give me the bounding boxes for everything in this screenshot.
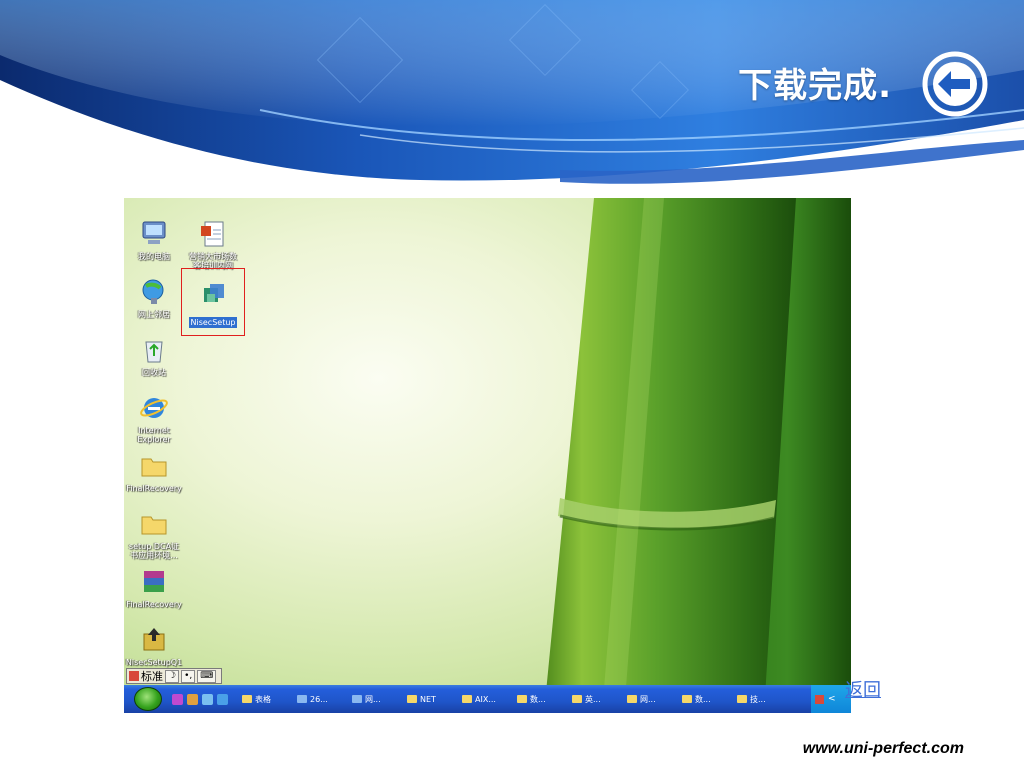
folder-icon	[627, 695, 637, 703]
taskbar-button[interactable]: 数...	[513, 689, 568, 709]
footer-url: www.uni-perfect.com	[802, 740, 964, 757]
folder-icon	[737, 695, 747, 703]
taskbar-button[interactable]: 英...	[568, 689, 623, 709]
desktop-icon-label: 回收站	[142, 368, 166, 377]
taskbar-button[interactable]: 表格	[238, 689, 293, 709]
ime-logo-icon	[129, 671, 139, 681]
desktop-icon-label: FinalRecovery	[126, 484, 182, 493]
desktop-icon-finalrecovery-archive[interactable]: FinalRecovery	[124, 566, 186, 609]
desktop-icon-setup-dca-folder[interactable]: setup DCA证 书应用环境...	[124, 508, 186, 560]
desktop-icon-finalrecovery-folder[interactable]: FinalRecovery	[124, 450, 186, 493]
folder-icon	[141, 458, 167, 477]
my-computer-icon	[142, 221, 166, 244]
word-icon	[297, 695, 307, 703]
ime-toolbar[interactable]: 标准 ☽ •, ⌨	[126, 668, 222, 684]
ime-punctuation-toggle[interactable]: •,	[181, 669, 196, 683]
desktop-icon-label: FinalRecovery	[126, 600, 182, 609]
taskbar-button-label: 技...	[750, 694, 766, 704]
ime-soft-keyboard[interactable]: ⌨	[197, 669, 217, 683]
quick-launch	[172, 693, 228, 705]
taskbar-button[interactable]: AIX...	[458, 689, 513, 709]
quick-launch-icon[interactable]	[187, 693, 198, 705]
winrar-icon	[143, 628, 165, 651]
taskbar-button-label: 数...	[695, 694, 711, 704]
taskbar-button-label: 网...	[365, 694, 381, 704]
taskbar-button[interactable]: 26...	[293, 689, 348, 709]
desktop-icon-recycle-bin[interactable]: 回收站	[124, 334, 186, 377]
slide-header: 下载完成.	[0, 0, 1024, 190]
desktop-icon-my-computer[interactable]: 我的电脑	[124, 218, 186, 261]
folder-icon	[242, 695, 252, 703]
document-icon	[201, 221, 224, 247]
taskbar-button[interactable]: 技...	[733, 689, 788, 709]
folder-icon	[141, 516, 167, 535]
folder-icon	[407, 695, 417, 703]
quick-launch-icon[interactable]	[217, 693, 228, 705]
desktop-icon-label: NisecSetupQ1	[125, 658, 183, 667]
highlight-rectangle	[181, 268, 245, 336]
taskbar-button-label: 数...	[530, 694, 546, 704]
desktop-icon-nisecsetupq1[interactable]: NisecSetupQ1	[124, 624, 186, 667]
taskbar-button-label: 英...	[585, 694, 601, 704]
quick-launch-icon[interactable]	[172, 693, 183, 705]
desktop-icon-label: 网上邻居	[138, 310, 170, 319]
tray-icon[interactable]	[815, 694, 824, 704]
taskbar-button[interactable]: 数...	[678, 689, 733, 709]
taskbar: 表格 26... 网... NET AIX... 数... 英... 网... …	[124, 685, 851, 713]
winrar-icon	[144, 571, 164, 592]
desktop-screenshot: 我的电脑 网上邻居 回收站 Internet Explorer FinalRec…	[124, 198, 851, 713]
network-icon	[142, 279, 164, 304]
folder-icon	[572, 695, 582, 703]
internet-explorer-icon	[140, 398, 168, 418]
slide-title: 下载完成.	[738, 66, 892, 106]
recycle-bin-icon	[145, 341, 163, 363]
quick-launch-icon[interactable]	[202, 693, 213, 705]
tray-expand-arrow[interactable]: <	[828, 694, 836, 704]
desktop-icon-internet-explorer[interactable]: Internet Explorer	[124, 392, 186, 444]
taskbar-buttons: 表格 26... 网... NET AIX... 数... 英... 网... …	[238, 689, 788, 709]
desktop-icon-label: Internet Explorer	[137, 426, 171, 444]
taskbar-button-label: 网...	[640, 694, 656, 704]
taskbar-button-label: 26...	[310, 694, 328, 704]
taskbar-button[interactable]: NET	[403, 689, 458, 709]
ime-mode[interactable]: 标准	[141, 668, 163, 684]
desktop-icon-label: 我的电脑	[138, 252, 170, 261]
taskbar-button[interactable]: 网...	[348, 689, 403, 709]
ime-fullwidth-toggle[interactable]: ☽	[165, 669, 180, 683]
taskbar-button-label: AIX...	[475, 694, 496, 704]
folder-icon	[462, 695, 472, 703]
back-button[interactable]	[920, 49, 990, 119]
arrow-left-circle-icon	[922, 51, 988, 117]
return-link[interactable]: 返回	[845, 676, 881, 702]
taskbar-button[interactable]: 网...	[623, 689, 678, 709]
folder-icon	[517, 695, 527, 703]
taskbar-button-label: NET	[420, 694, 436, 704]
taskbar-button-label: 表格	[255, 694, 271, 704]
desktop-icon-label: setup DCA证 书应用环境...	[128, 542, 180, 560]
word-icon	[352, 695, 362, 703]
folder-icon	[682, 695, 692, 703]
desktop-icon-training-doc[interactable]: 营销大市场数 客培训内网	[181, 218, 245, 270]
desktop-icon-network[interactable]: 网上邻居	[124, 276, 186, 319]
windows-start-icon[interactable]	[134, 687, 162, 711]
